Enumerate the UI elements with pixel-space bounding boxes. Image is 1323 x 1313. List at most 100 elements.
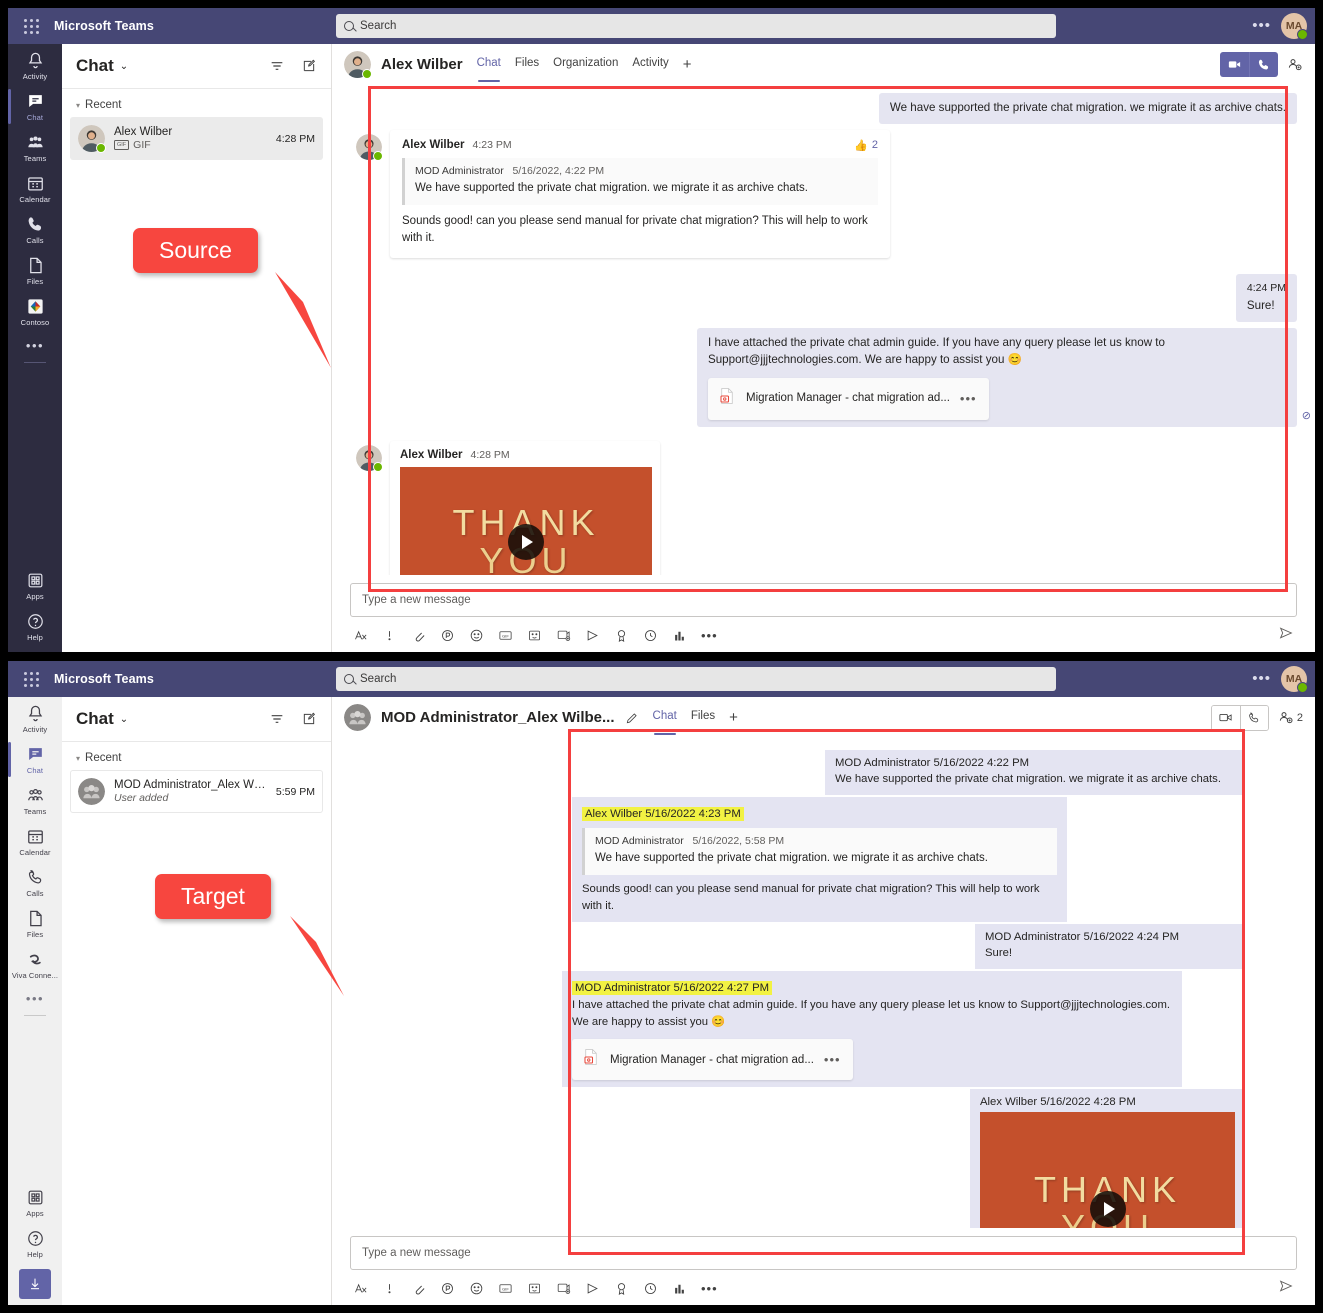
source-message-list[interactable]: We have supported the private chat migra… <box>332 85 1315 575</box>
tab-chat[interactable]: Chat <box>477 57 501 72</box>
poll-icon[interactable] <box>672 628 687 643</box>
reaction-badge[interactable]: 👍 2 <box>854 139 878 152</box>
add-tab-button[interactable]: + <box>729 710 738 725</box>
message-input[interactable]: Type a new message <box>350 1236 1297 1270</box>
gif-attachment[interactable]: THANK YOU <box>400 466 652 575</box>
chevron-down-icon[interactable]: ⌄ <box>120 714 128 725</box>
sidebar-item-files[interactable]: Files <box>8 902 62 943</box>
chevron-down-icon: ▾ <box>76 100 81 110</box>
send-icon[interactable] <box>1278 1278 1294 1299</box>
tab-activity[interactable]: Activity <box>632 57 668 72</box>
composer-more-button[interactable]: ••• <box>701 629 718 642</box>
sidebar-item-apps[interactable]: Apps <box>8 564 62 605</box>
attachment-more-button[interactable]: ••• <box>824 1053 841 1066</box>
priority-icon[interactable] <box>382 628 397 643</box>
chevron-down-icon: ▾ <box>76 753 81 763</box>
search-input[interactable]: Search <box>336 14 1056 38</box>
priority-icon[interactable] <box>382 1281 397 1296</box>
play-icon[interactable] <box>508 523 544 560</box>
recent-section-header[interactable]: ▾ Recent <box>62 742 331 770</box>
approvals-icon[interactable] <box>643 1281 658 1296</box>
pencil-icon[interactable] <box>625 711 639 725</box>
loop-icon[interactable] <box>440 628 455 643</box>
sidebar-item-chat[interactable]: Chat <box>8 85 62 126</box>
sidebar-more-button[interactable]: ••• <box>26 984 44 1006</box>
download-icon[interactable] <box>19 1269 51 1299</box>
sidebar-item-viva-connections[interactable]: Viva Conne... <box>8 943 62 984</box>
message-author: Alex Wilber <box>400 448 463 461</box>
chevron-down-icon[interactable]: ⌄ <box>120 61 128 72</box>
user-avatar[interactable]: MA <box>1281 666 1308 693</box>
play-icon[interactable] <box>1089 1191 1126 1228</box>
tab-files[interactable]: Files <box>515 57 539 72</box>
audio-call-icon[interactable] <box>1249 52 1278 77</box>
filter-icon[interactable] <box>269 711 285 727</box>
sidebar-more-button[interactable]: ••• <box>26 331 44 353</box>
sidebar-item-calendar[interactable]: Calendar <box>8 820 62 861</box>
sidebar-item-teams[interactable]: Teams <box>8 779 62 820</box>
stream-icon[interactable] <box>585 628 600 643</box>
gif-icon[interactable]: GIF <box>498 1281 513 1296</box>
chat-list-item[interactable]: Alex Wilber GIF GIF 4:28 PM <box>70 117 323 160</box>
sidebar-item-calls[interactable]: Calls <box>8 208 62 249</box>
sidebar-item-apps[interactable]: Apps <box>8 1181 62 1222</box>
format-icon[interactable] <box>353 1281 368 1296</box>
user-avatar[interactable]: MA <box>1281 13 1308 40</box>
emoji-icon[interactable] <box>469 628 484 643</box>
video-call-icon[interactable] <box>1211 705 1240 730</box>
meet-now-icon[interactable] <box>556 628 571 643</box>
gif-attachment[interactable]: THANK YOU <box>980 1112 1235 1228</box>
title-more-button[interactable]: ••• <box>1252 18 1271 33</box>
attachment-more-button[interactable]: ••• <box>960 392 977 405</box>
quote-time: 5/16/2022, 5:58 PM <box>692 834 785 847</box>
message-input[interactable]: Type a new message <box>350 583 1297 617</box>
attachment-card[interactable]: Migration Manager - chat migration ad...… <box>572 1039 853 1081</box>
sidebar-item-chat[interactable]: Chat <box>8 738 62 779</box>
add-people-icon[interactable] <box>1287 57 1303 73</box>
sticker-icon[interactable] <box>527 628 542 643</box>
title-more-button[interactable]: ••• <box>1252 671 1271 686</box>
add-people-icon[interactable]: 2 <box>1278 710 1303 726</box>
add-tab-button[interactable]: + <box>683 57 692 72</box>
attachment-card[interactable]: Migration Manager - chat migration ad...… <box>708 377 989 420</box>
compose-icon[interactable] <box>301 711 317 727</box>
target-message-list[interactable]: MOD Administrator 5/16/2022 4:22 PM We h… <box>332 738 1315 1228</box>
tab-chat[interactable]: Chat <box>653 710 677 725</box>
emoji-icon[interactable] <box>469 1281 484 1296</box>
compose-icon[interactable] <box>301 58 317 74</box>
praise-icon[interactable] <box>614 1281 629 1296</box>
stream-icon[interactable] <box>585 1281 600 1296</box>
sidebar-item-calls[interactable]: Calls <box>8 861 62 902</box>
sidebar-item-teams[interactable]: Teams <box>8 126 62 167</box>
sidebar-item-activity[interactable]: Activity <box>8 44 62 85</box>
tab-organization[interactable]: Organization <box>553 57 618 72</box>
loop-icon[interactable] <box>440 1281 455 1296</box>
recent-section-header[interactable]: ▾ Recent <box>62 89 331 117</box>
sidebar-item-calendar[interactable]: Calendar <box>8 167 62 208</box>
approvals-icon[interactable] <box>643 628 658 643</box>
gif-icon[interactable]: GIF <box>498 628 513 643</box>
app-launcher-icon[interactable] <box>8 18 54 34</box>
sidebar-item-help[interactable]: Help <box>8 605 62 646</box>
video-call-icon[interactable] <box>1220 52 1249 77</box>
app-launcher-icon[interactable] <box>8 671 54 687</box>
chat-list-item[interactable]: MOD Administrator_Alex Wilber_Ar... User… <box>70 770 323 813</box>
sidebar-item-contoso[interactable]: Contoso <box>8 290 62 331</box>
composer-more-button[interactable]: ••• <box>701 1282 718 1295</box>
praise-icon[interactable] <box>614 628 629 643</box>
sidebar-item-help[interactable]: Help <box>8 1222 62 1263</box>
sticker-icon[interactable] <box>527 1281 542 1296</box>
group-avatar <box>344 704 371 731</box>
sidebar-item-activity[interactable]: Activity <box>8 697 62 738</box>
format-icon[interactable] <box>353 628 368 643</box>
search-input[interactable]: Search <box>336 667 1056 691</box>
attach-icon[interactable] <box>411 628 426 643</box>
send-icon[interactable] <box>1278 625 1294 646</box>
audio-call-icon[interactable] <box>1239 705 1268 730</box>
tab-files[interactable]: Files <box>691 710 715 725</box>
poll-icon[interactable] <box>672 1281 687 1296</box>
sidebar-item-files[interactable]: Files <box>8 249 62 290</box>
filter-icon[interactable] <box>269 58 285 74</box>
attach-icon[interactable] <box>411 1281 426 1296</box>
meet-now-icon[interactable] <box>556 1281 571 1296</box>
